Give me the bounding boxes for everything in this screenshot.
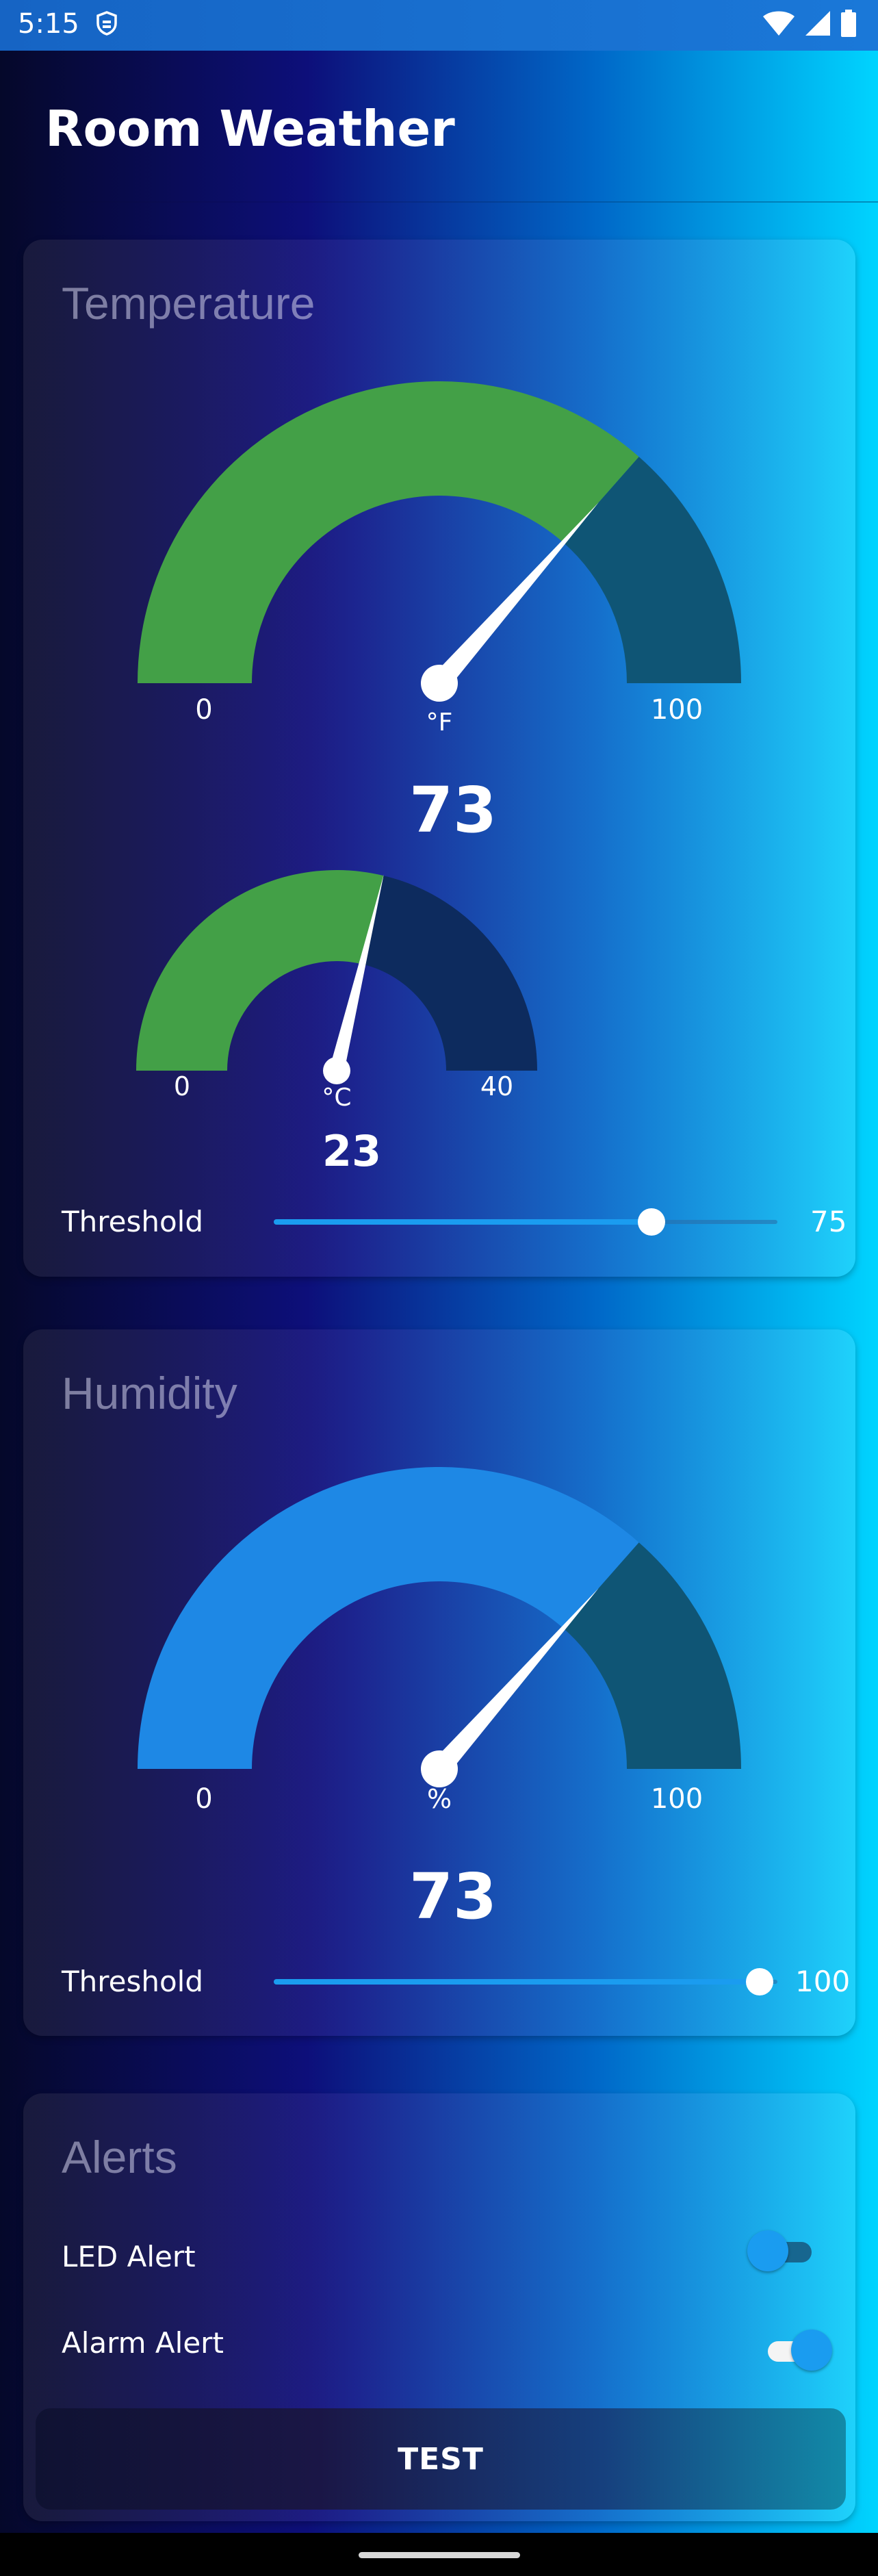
- humidity-threshold-value: 100: [795, 1965, 851, 1998]
- temperature-card: Temperature 0 100 °F 73 0 40 °C 23 Threshold…: [23, 240, 855, 1277]
- humidity-threshold-label: Threshold: [62, 1965, 203, 1998]
- app-bar-divider: [0, 201, 878, 203]
- battery-icon: [841, 10, 856, 37]
- status-time: 5:15: [18, 8, 79, 40]
- gauge-max-label: 100: [651, 1783, 703, 1815]
- signal-icon: [805, 11, 830, 36]
- system-icons: [762, 10, 857, 37]
- led-alert-label: LED Alert: [62, 2240, 196, 2273]
- gauge-min-label: 0: [174, 1071, 190, 1101]
- navigation-bar: [0, 2533, 878, 2576]
- gauge-value-arc: [138, 1467, 639, 1769]
- gauge-min-label: 0: [195, 1783, 212, 1815]
- celsius-gauge: 0 40 °C: [136, 870, 537, 1112]
- led-alert-toggle[interactable]: [747, 2230, 821, 2271]
- test-button[interactable]: TEST: [36, 2408, 846, 2510]
- gauge-needle-knob: [421, 1750, 458, 1787]
- gauge-max-label: 40: [480, 1071, 513, 1101]
- alarm-alert-label: Alarm Alert: [62, 2326, 224, 2360]
- humidity-gauge: 0 100%: [138, 1467, 741, 1815]
- temperature-threshold-label: Threshold: [62, 1205, 203, 1238]
- humidity-value: 73: [409, 1860, 498, 1933]
- humidity-threshold-slider[interactable]: [274, 1968, 777, 1995]
- toggle-knob[interactable]: [747, 2230, 788, 2271]
- gauge-unit-label: %: [427, 1784, 452, 1814]
- gauge-needle-knob: [323, 1057, 350, 1084]
- temperature-threshold-value: 75: [810, 1205, 847, 1238]
- gauge-remaining-arc: [362, 876, 537, 1071]
- slider-thumb[interactable]: [638, 1208, 665, 1236]
- app-bar: Room Weather: [0, 51, 878, 203]
- gauge-unit-label: °C: [322, 1084, 351, 1112]
- app-title: Room Weather: [45, 100, 455, 157]
- home-indicator[interactable]: [359, 2552, 520, 2558]
- shield-icon: [96, 11, 117, 36]
- alerts-title: Alerts: [62, 2132, 177, 2182]
- celsius-value: 23: [322, 1126, 382, 1176]
- alarm-alert-toggle[interactable]: [758, 2330, 832, 2371]
- humidity-card: Humidity 0 100% 73 Threshold 100: [23, 1329, 855, 2036]
- status-bar: 5:15: [0, 0, 878, 51]
- gauge-needle: [431, 1587, 599, 1776]
- toggle-knob[interactable]: [791, 2330, 832, 2371]
- temperature-threshold-slider[interactable]: [274, 1208, 777, 1236]
- slider-fill: [274, 1219, 651, 1225]
- slider-fill: [274, 1979, 760, 1985]
- wifi-icon: [763, 11, 795, 36]
- slider-thumb[interactable]: [746, 1968, 774, 1995]
